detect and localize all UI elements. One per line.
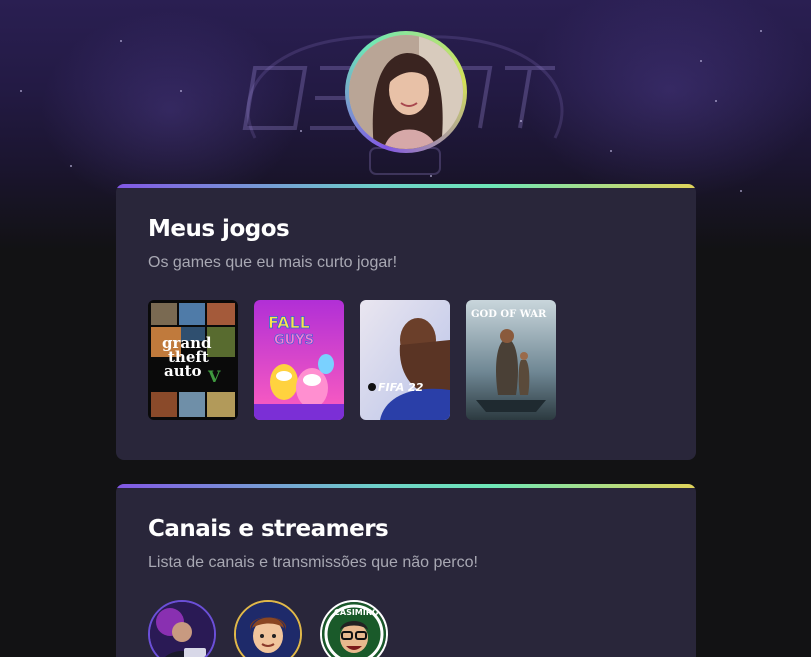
streamers-list: CASIMIRO [148,600,388,657]
streamer-casimiro[interactable]: CASIMIRO [320,600,388,657]
streamer-1[interactable] [148,600,216,657]
fall-guys-cover-icon: FALL GUYS [254,300,344,420]
games-card: Meus jogos Os games que eu mais curto jo… [116,184,696,460]
game-god-of-war[interactable]: GOD OF WAR [466,300,556,420]
profile-avatar-ring [345,31,467,153]
game-gta-v[interactable]: grand theft auto V [148,300,238,420]
games-title: Meus jogos [148,216,290,242]
streamers-card: Canais e streamers Lista de canais e tra… [116,484,696,657]
fifa-22-cover-icon: FIFA 22 [360,300,450,420]
streamer-1-avatar-icon [150,602,214,657]
svg-text:FALL: FALL [268,313,310,332]
games-list: grand theft auto V FALL GUYS FIFA 22 GOD… [148,300,556,420]
svg-text:V: V [207,367,221,386]
streamers-subtitle: Lista de canais e transmissões que não p… [148,554,478,571]
god-of-war-cover-icon: GOD OF WAR [466,300,556,420]
svg-text:auto: auto [164,362,202,380]
profile-avatar [349,35,463,149]
svg-text:GUYS: GUYS [274,333,314,348]
games-subtitle: Os games que eu mais curto jogar! [148,254,398,271]
streamer-2-avatar-icon [236,602,300,657]
svg-text:FIFA 22: FIFA 22 [378,381,424,394]
gta-v-cover-icon: grand theft auto V [148,300,238,420]
game-fifa-22[interactable]: FIFA 22 [360,300,450,420]
svg-text:GOD OF WAR: GOD OF WAR [471,309,547,320]
streamers-title: Canais e streamers [148,516,389,542]
game-fall-guys[interactable]: FALL GUYS [254,300,344,420]
streamer-2[interactable] [234,600,302,657]
casimiro-avatar-icon: CASIMIRO [322,602,386,657]
svg-text:CASIMIRO: CASIMIRO [334,608,379,617]
